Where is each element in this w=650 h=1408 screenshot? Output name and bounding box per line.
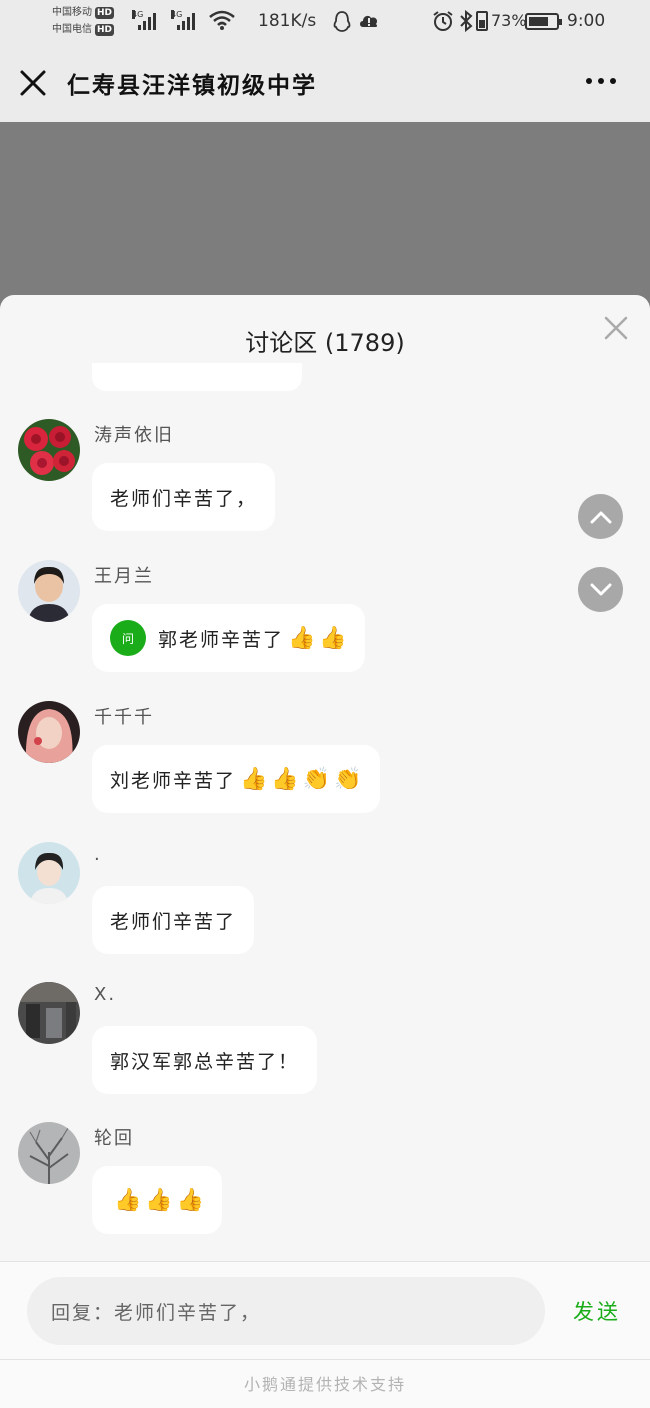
scroll-up-button[interactable] (578, 494, 623, 539)
clapping-hands-icon: 👏 (334, 766, 362, 792)
thumbs-up-icon: 👍 (319, 625, 347, 651)
cloud-alert-icon (360, 15, 378, 27)
status-bar: 中国移动 HD 中国电信 HD 4G 4G 181K/s 73% 9:00 (0, 0, 650, 44)
comment-bubble[interactable]: 刘老师辛苦了 👍 👍 👏 👏 (92, 745, 380, 813)
partial-comment-bubble (92, 363, 302, 391)
page-title: 仁寿县汪洋镇初级中学 (67, 73, 317, 99)
comment-text: 郭汉军郭总辛苦了！ (110, 1050, 300, 1073)
title-bar: 仁寿县汪洋镇初级中学 (0, 44, 650, 122)
reply-footer: 回复：老师们辛苦了， 发送 小鹅通提供技术支持 (0, 1261, 650, 1408)
thumbs-up-icon: 👍 (145, 1187, 173, 1213)
signal-icon-1: 4G (132, 10, 156, 30)
avatar[interactable] (18, 982, 80, 1044)
chevron-down-icon (590, 583, 611, 595)
network-type-2: 4G (171, 10, 183, 19)
send-button[interactable]: 发送 (573, 1296, 621, 1326)
sheet-close-icon[interactable] (603, 315, 629, 341)
more-options-icon[interactable] (586, 78, 616, 84)
thumbs-up-icon: 👍 (288, 625, 316, 651)
comment-username: 轮回 (94, 1128, 134, 1149)
qq-icon (333, 11, 351, 32)
powered-by-text: 小鹅通提供技术支持 (243, 1375, 406, 1394)
sim-icon (476, 11, 488, 31)
question-badge: 问 (110, 620, 146, 656)
comment-username: 千千千 (94, 707, 154, 728)
battery-icon (525, 13, 562, 30)
avatar[interactable] (18, 560, 80, 622)
clapping-hands-icon: 👏 (302, 766, 331, 792)
footer-divider (0, 1359, 650, 1360)
thumbs-up-icon: 👍 (271, 766, 299, 792)
clock: 9:00 (567, 11, 606, 31)
thumbs-up-icon: 👍 (240, 766, 268, 792)
avatar[interactable] (18, 419, 80, 481)
hd-badge-1: HD (95, 6, 115, 19)
avatar[interactable] (18, 842, 80, 904)
comment-bubble[interactable]: 👍 👍 👍 (92, 1166, 223, 1234)
wifi-icon (209, 10, 235, 30)
comment-username: 涛声依旧 (94, 425, 174, 446)
network-type-1: 4G (132, 10, 144, 19)
comment-bubble[interactable]: 老师们辛苦了， (92, 463, 276, 531)
bluetooth-icon (460, 10, 473, 32)
reply-input-text: 回复：老师们辛苦了， (51, 1301, 262, 1324)
comment-username: 王月兰 (94, 566, 154, 587)
carrier-2-label: 中国电信 (52, 24, 92, 35)
comment-username: X. (94, 984, 117, 1005)
comment-bubble[interactable]: 问 郭老师辛苦了 👍 👍 (92, 604, 365, 672)
battery-level-fill (529, 17, 548, 26)
scroll-down-button[interactable] (578, 567, 623, 612)
comment-text: 郭老师辛苦了 (158, 628, 285, 651)
comment-text: 老师们辛苦了， (110, 487, 258, 510)
carrier-1-label: 中国移动 (52, 7, 92, 18)
thumbs-up-icon: 👍 (176, 1187, 205, 1213)
avatar[interactable] (18, 1122, 80, 1184)
comment-feed[interactable]: 涛声依旧 老师们辛苦了， 王月兰 问 郭老师辛苦了 👍 👍 千千千 刘老师辛苦了… (0, 363, 650, 1261)
network-speed: 181K/s (258, 11, 317, 31)
comment-text: 老师们辛苦了 (110, 910, 237, 933)
alarm-icon (433, 11, 453, 31)
reply-input[interactable]: 回复：老师们辛苦了， (27, 1277, 545, 1345)
comment-text: 刘老师辛苦了 (110, 769, 237, 792)
comment-username: . (94, 844, 102, 865)
chevron-up-icon (590, 511, 611, 523)
discussion-title: 讨论区 (1789) (245, 329, 405, 357)
comment-bubble[interactable]: 郭汉军郭总辛苦了！ (92, 1026, 318, 1094)
comment-bubble[interactable]: 老师们辛苦了 (92, 886, 255, 954)
battery-percent: 73% (491, 11, 527, 30)
discussion-sheet: 讨论区 (1789) 涛声依旧 老师们辛苦了， 王月兰 问 郭老师辛苦了 👍 👍… (0, 295, 650, 1408)
close-icon[interactable] (18, 68, 48, 98)
signal-icon-2: 4G (171, 10, 195, 30)
hd-badge-2: HD (95, 23, 115, 36)
avatar[interactable] (18, 701, 80, 763)
carrier-info: 中国移动 HD 中国电信 HD (52, 4, 115, 38)
thumbs-up-icon: 👍 (114, 1187, 142, 1213)
